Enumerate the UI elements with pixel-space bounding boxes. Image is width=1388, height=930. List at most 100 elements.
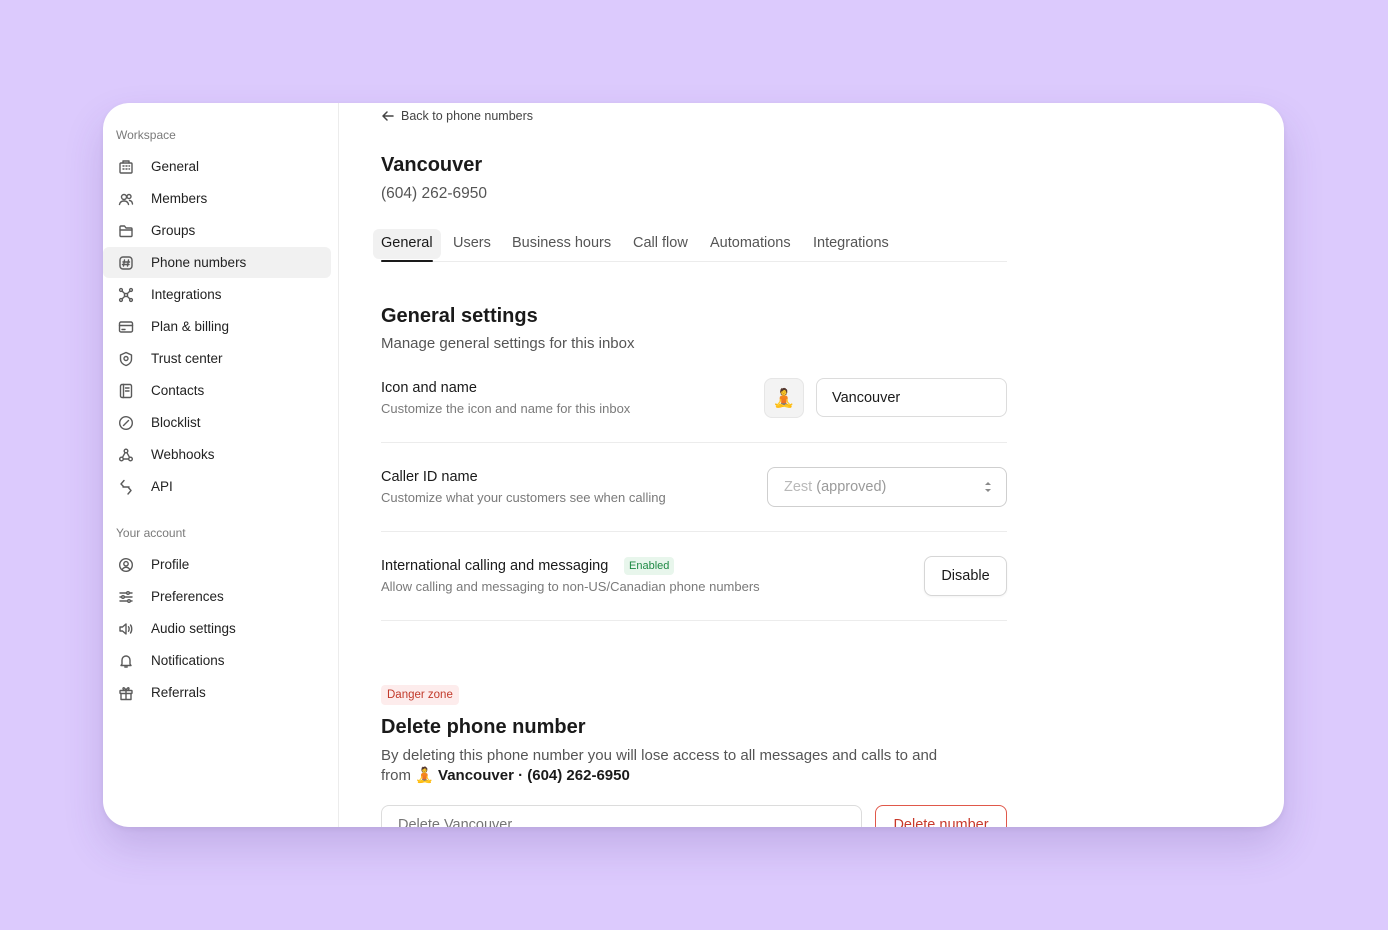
inbox-icon-picker[interactable]: 🧘 <box>764 378 804 418</box>
gift-icon <box>117 684 134 701</box>
delete-description-from: from <box>381 767 411 784</box>
section-description: Manage general settings for this inbox <box>381 335 635 352</box>
bell-icon <box>117 652 134 669</box>
sidebar-item-label: Preferences <box>151 589 224 604</box>
divider <box>381 442 1007 443</box>
phone-number: (604) 262-6950 <box>381 185 487 202</box>
page-title: Vancouver <box>381 154 483 176</box>
sidebar-item-label: Trust center <box>151 351 223 366</box>
block-icon <box>117 414 134 431</box>
sidebar-item-label: Contacts <box>151 383 205 398</box>
shield-icon <box>117 350 134 367</box>
integrations-icon <box>117 286 134 303</box>
danger-zone-badge: Danger zone <box>381 685 459 705</box>
tab-label: Call flow <box>633 235 688 251</box>
tab-label: Integrations <box>813 235 889 251</box>
sidebar-item-label: Audio settings <box>151 621 236 636</box>
meditation-emoji-icon: 🧘 <box>415 767 434 784</box>
users-icon <box>117 190 134 207</box>
international-title: International calling and messaging <box>381 558 609 574</box>
sidebar-item-phone-numbers[interactable]: Phone numbers <box>103 247 331 278</box>
back-link-label: Back to phone numbers <box>401 109 534 123</box>
sidebar-item-label: General <box>151 159 200 174</box>
divider <box>381 531 1007 532</box>
status-badge-enabled: Enabled <box>624 557 675 575</box>
sidebar-item-label: Referrals <box>151 685 206 700</box>
back-link[interactable]: Back to phone numbers <box>381 109 533 123</box>
sidebar-item-profile[interactable]: Profile <box>103 549 331 580</box>
sidebar-item-contacts[interactable]: Contacts <box>103 375 331 406</box>
tab-integrations[interactable]: Integrations <box>805 229 897 259</box>
caller-id-select-name: Zest <box>784 479 813 495</box>
arrow-left-icon <box>382 111 394 121</box>
settings-window: Workspace General Members Groups Phone n… <box>103 103 1284 827</box>
sidebar-item-webhooks[interactable]: Webhooks <box>103 439 331 470</box>
tab-automations[interactable]: Automations <box>702 229 799 259</box>
sidebar-item-plan-billing[interactable]: Plan & billing <box>103 311 331 342</box>
speaker-icon <box>117 620 134 637</box>
sidebar-item-notifications[interactable]: Notifications <box>103 645 331 676</box>
building-icon <box>117 158 134 175</box>
tab-label: Automations <box>710 235 791 251</box>
sidebar-item-blocklist[interactable]: Blocklist <box>103 407 331 438</box>
sidebar-item-label: Phone numbers <box>151 255 247 270</box>
api-icon <box>117 478 134 495</box>
sidebar-item-label: Members <box>151 191 208 206</box>
tab-label: Business hours <box>512 235 612 251</box>
caller-id-title: Caller ID name <box>381 469 478 485</box>
sidebar-item-label: Groups <box>151 223 196 238</box>
sidebar-item-label: Notifications <box>151 653 225 668</box>
tab-bar: General Users Business hours Call flow A… <box>373 229 1007 262</box>
delete-target: Vancouver · (604) 262-6950 <box>438 767 630 784</box>
sidebar-section-account: Your account <box>116 526 186 540</box>
folder-icon <box>117 222 134 239</box>
section-title-general-settings: General settings <box>381 305 538 327</box>
hash-icon <box>117 254 134 271</box>
sidebar-item-groups[interactable]: Groups <box>103 215 331 246</box>
sidebar-item-members[interactable]: Members <box>103 183 331 214</box>
contacts-icon <box>117 382 134 399</box>
sidebar-item-integrations[interactable]: Integrations <box>103 279 331 310</box>
sidebar-item-general[interactable]: General <box>103 151 331 182</box>
credit-card-icon <box>117 318 134 335</box>
icon-name-description: Customize the icon and name for this inb… <box>381 401 631 416</box>
international-description: Allow calling and messaging to non-US/Ca… <box>381 579 760 594</box>
sidebar-item-label: Profile <box>151 557 190 572</box>
delete-confirm-input[interactable] <box>381 805 862 827</box>
sidebar-item-api[interactable]: API <box>103 471 331 502</box>
caller-id-select-status: (approved) <box>816 479 887 495</box>
sidebar-item-preferences[interactable]: Preferences <box>103 581 331 612</box>
caller-id-select[interactable]: Zest (approved) <box>767 467 1007 507</box>
tab-general[interactable]: General <box>373 229 441 262</box>
delete-description-line1: By deleting this phone number you will l… <box>381 747 938 764</box>
disable-button[interactable]: Disable <box>924 556 1007 596</box>
active-tab-indicator <box>381 260 433 262</box>
delete-number-button[interactable]: Delete number <box>875 805 1007 827</box>
sidebar-item-label: Webhooks <box>151 447 215 462</box>
sidebar-item-label: Plan & billing <box>151 319 230 334</box>
sidebar-item-label: Blocklist <box>151 415 201 430</box>
divider <box>381 620 1007 621</box>
sidebar-item-referrals[interactable]: Referrals <box>103 677 331 708</box>
tab-call-flow[interactable]: Call flow <box>625 229 696 259</box>
section-title-delete-number: Delete phone number <box>381 716 586 738</box>
tab-users[interactable]: Users <box>445 229 499 259</box>
sidebar-item-audio-settings[interactable]: Audio settings <box>103 613 331 644</box>
sidebar-item-trust-center[interactable]: Trust center <box>103 343 331 374</box>
sidebar-item-label: API <box>151 479 173 494</box>
sidebar-item-label: Integrations <box>151 287 222 302</box>
icon-name-title: Icon and name <box>381 380 477 396</box>
tab-label: General <box>381 235 433 251</box>
meditation-emoji-icon: 🧘 <box>772 387 796 408</box>
select-arrows-icon <box>985 482 991 492</box>
sidebar-section-workspace: Workspace <box>116 128 176 142</box>
delete-description: By deleting this phone number you will l… <box>381 746 1007 786</box>
tab-label: Users <box>453 235 491 251</box>
inbox-name-input[interactable] <box>816 378 1007 417</box>
caller-id-description: Customize what your customers see when c… <box>381 490 666 505</box>
sliders-icon <box>117 588 134 605</box>
sidebar: Workspace General Members Groups Phone n… <box>103 103 339 827</box>
profile-icon <box>117 556 134 573</box>
tab-business-hours[interactable]: Business hours <box>504 229 619 259</box>
webhook-icon <box>117 446 134 463</box>
